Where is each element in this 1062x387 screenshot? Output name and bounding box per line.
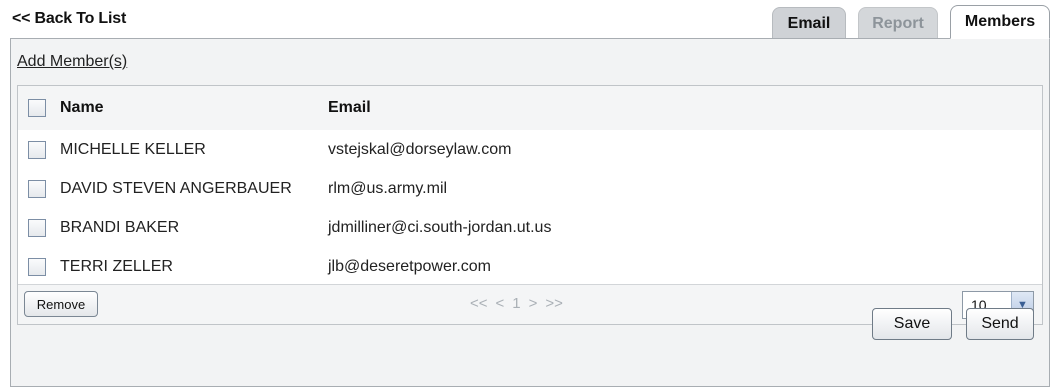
add-members-link[interactable]: Add Member(s) (17, 53, 127, 71)
tab-email[interactable]: Email (772, 7, 846, 39)
column-header-name: Name (60, 99, 104, 116)
prev-page-link[interactable]: < (496, 295, 505, 312)
member-name: DAVID STEVEN ANGERBAUER (60, 179, 292, 197)
save-button[interactable]: Save (872, 308, 952, 340)
members-table: Name Email MICHELLE KELLER vstejskal@dor… (17, 85, 1043, 325)
current-page: 1 (512, 295, 521, 312)
member-name: TERRI ZELLER (60, 257, 173, 275)
member-email: jlb@deseretpower.com (328, 257, 491, 275)
member-email: jdmilliner@ci.south-jordan.ut.us (328, 218, 552, 236)
tab-members[interactable]: Members (950, 5, 1050, 39)
row-checkbox[interactable] (28, 140, 46, 159)
select-all-checkbox[interactable] (28, 99, 46, 117)
member-email: rlm@us.army.mil (328, 179, 448, 197)
row-checkbox[interactable] (28, 257, 46, 276)
member-email: vstejskal@dorseylaw.com (328, 140, 512, 158)
last-page-link[interactable]: >> (545, 295, 563, 312)
row-checkbox[interactable] (28, 218, 46, 237)
column-header-email: Email (328, 99, 371, 116)
tab-report[interactable]: Report (858, 7, 938, 39)
table-row: DAVID STEVEN ANGERBAUER rlm@us.army.mil (18, 169, 1042, 208)
table-row: TERRI ZELLER jlb@deseretpower.com (18, 247, 1042, 286)
member-name: BRANDI BAKER (60, 218, 180, 236)
remove-button[interactable]: Remove (24, 291, 98, 317)
next-page-link[interactable]: > (529, 295, 538, 312)
pagination: << < 1 > >> (470, 295, 563, 312)
first-page-link[interactable]: << (470, 295, 488, 312)
tab-bar: Email Report Members (772, 5, 1050, 39)
table-row: MICHELLE KELLER vstejskal@dorseylaw.com (18, 130, 1042, 169)
row-checkbox[interactable] (28, 179, 46, 198)
table-row: BRANDI BAKER jdmilliner@ci.south-jordan.… (18, 208, 1042, 247)
back-to-list-link[interactable]: << Back To List (12, 10, 126, 28)
member-name: MICHELLE KELLER (60, 140, 206, 158)
table-header: Name Email (18, 86, 1042, 130)
send-button[interactable]: Send (966, 308, 1034, 340)
